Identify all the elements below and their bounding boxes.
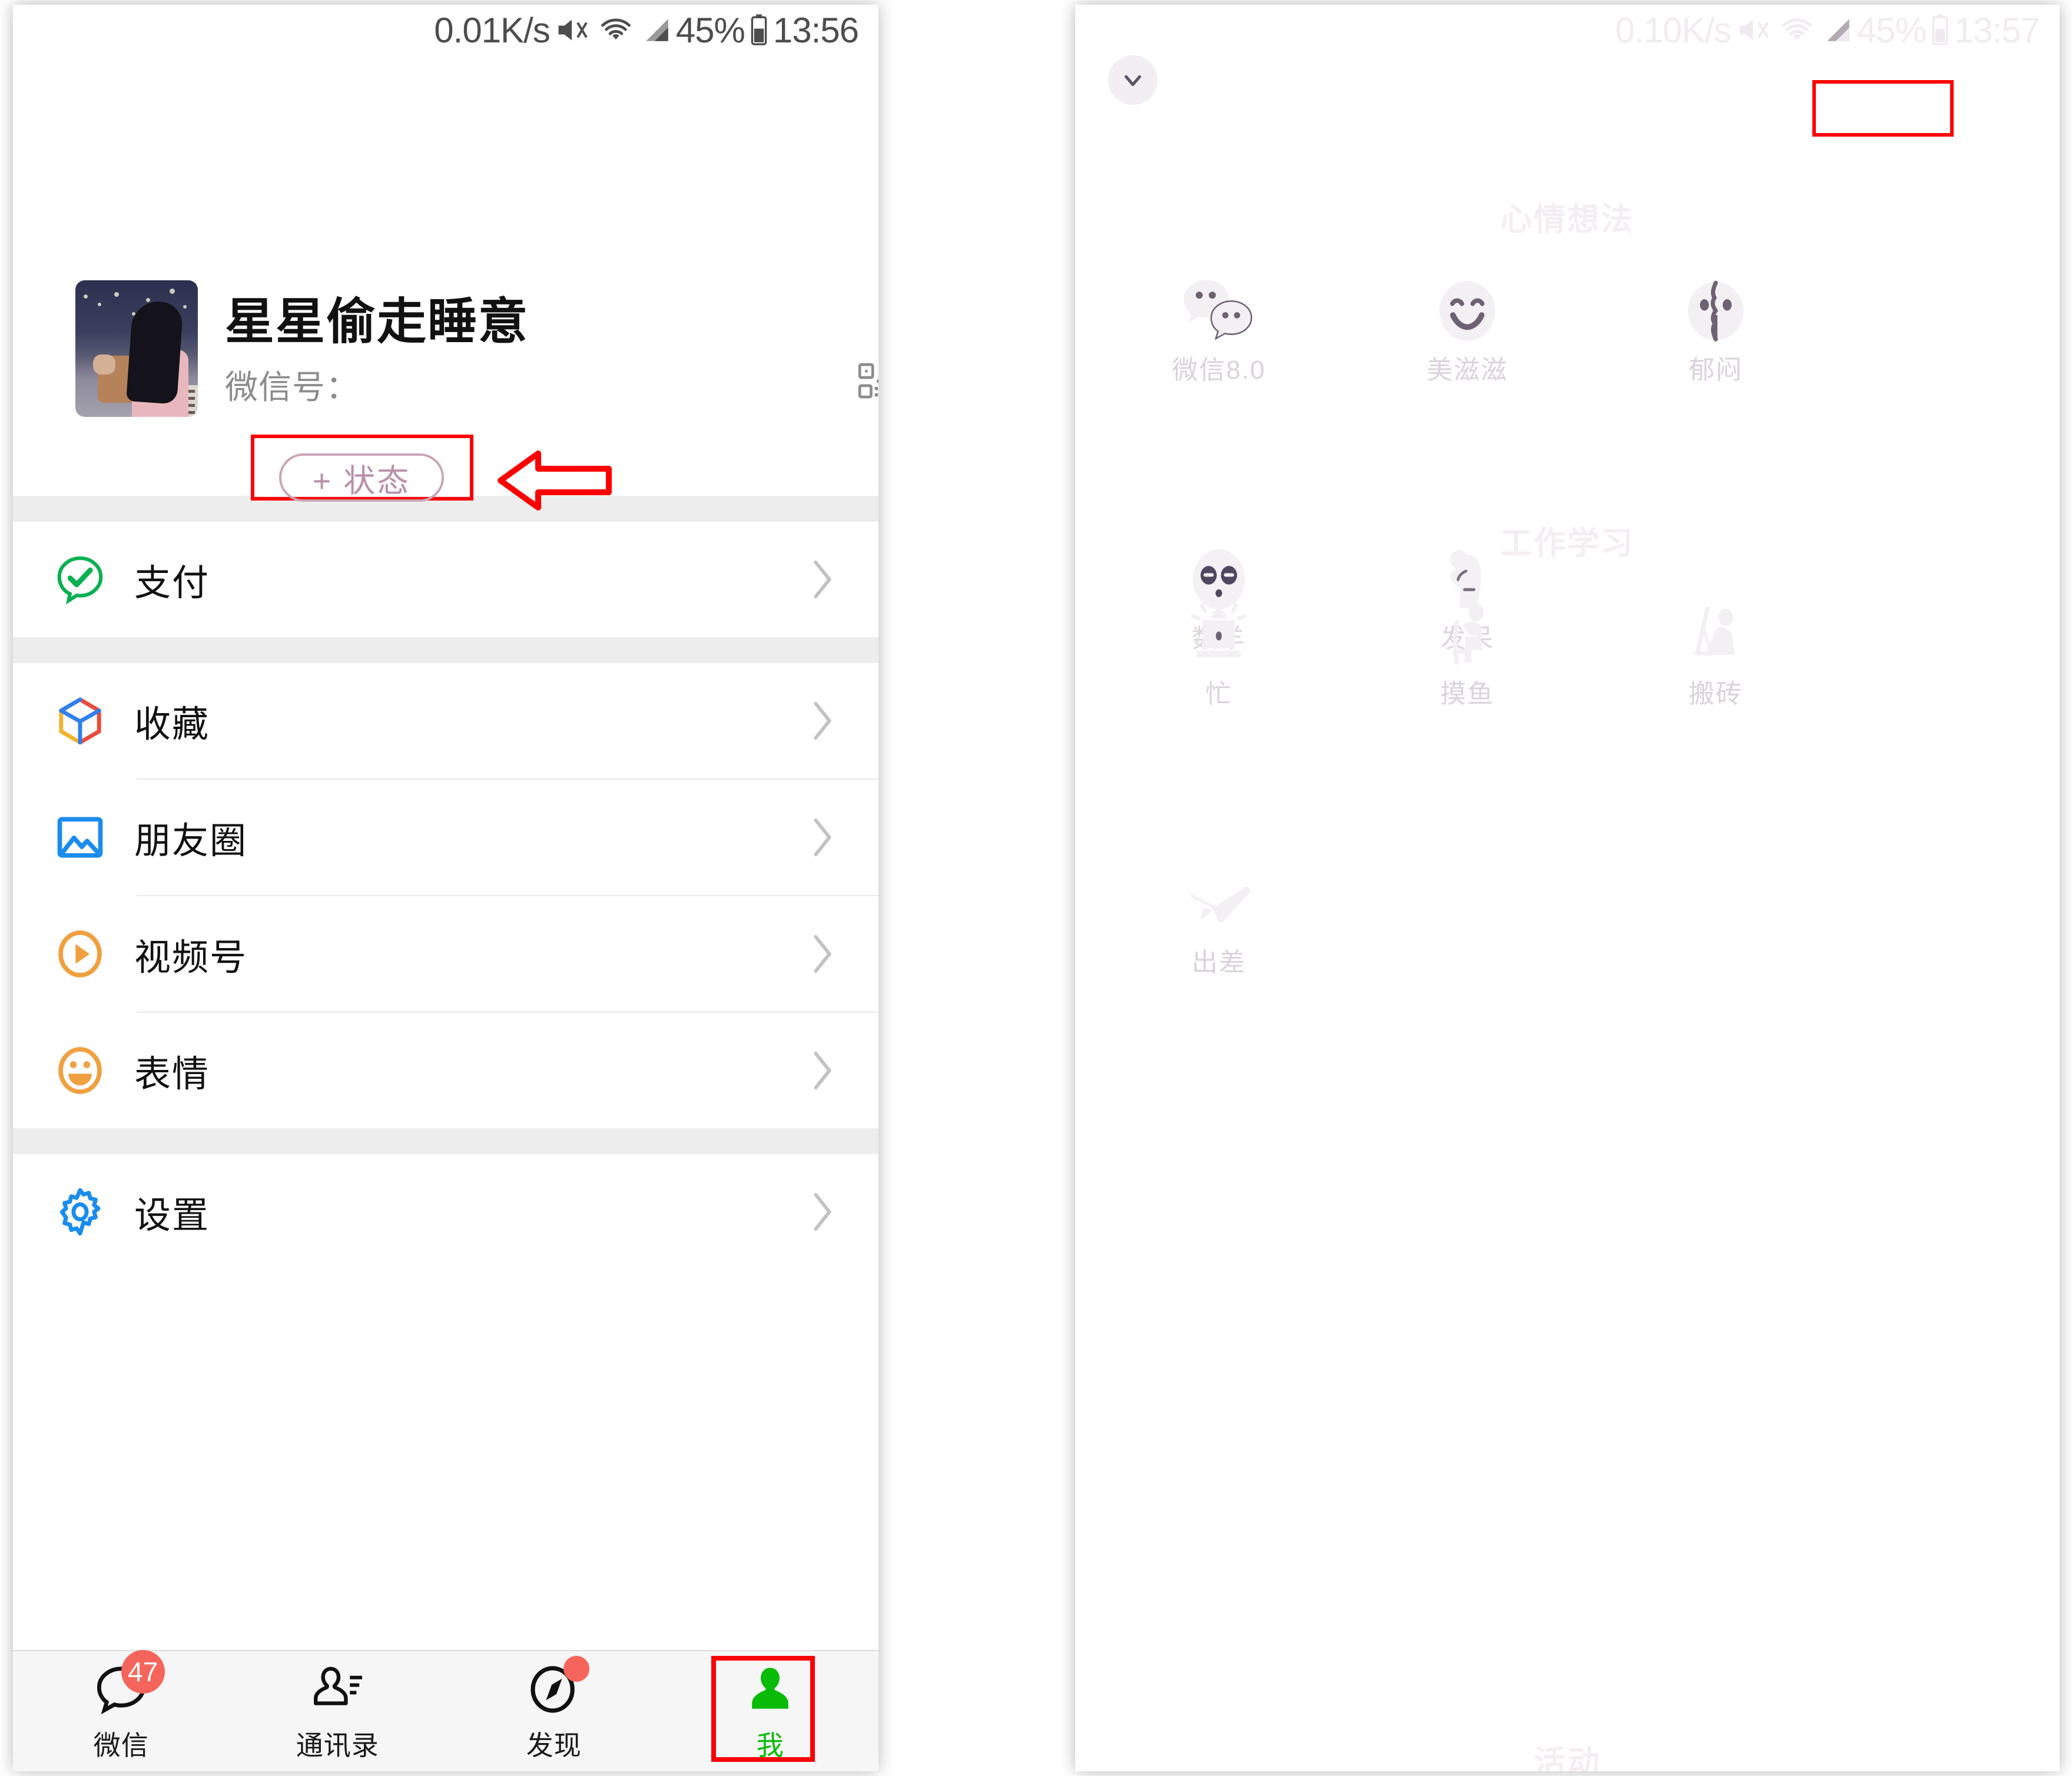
menu-group-2: 收藏 朋友圈 视频号 表情: [13, 663, 878, 1128]
happy-face-icon: [1431, 280, 1503, 342]
menu-item-label: 朋友圈: [134, 821, 248, 862]
chevron-right-icon: [810, 1189, 835, 1234]
clock-text: 13:57: [1954, 10, 2040, 50]
status-card-label: 搬砖: [1689, 680, 1743, 708]
menu-item-label: 视频号: [134, 937, 248, 978]
menu-item-stickers[interactable]: 表情: [13, 1013, 878, 1128]
avatar[interactable]: [75, 280, 198, 417]
wechat-bubbles-icon: [1180, 280, 1258, 342]
tab-contacts[interactable]: 通讯录: [230, 1651, 446, 1771]
menu-item-label: 表情: [134, 1054, 210, 1095]
battery-percent-text: 45%: [675, 10, 745, 50]
status-bar-left: 0.01K/s 45% 13:56: [13, 5, 878, 55]
add-status-label: + 状态: [312, 463, 411, 499]
status-card-working[interactable]: 搬砖: [1606, 552, 1825, 762]
status-card-label: 微信8.0: [1172, 356, 1266, 385]
signal-icon: [1824, 14, 1853, 46]
menu-item-label: 支付: [134, 563, 210, 604]
mute-icon: [1735, 12, 1771, 48]
status-card-gloomy[interactable]: 郁闷: [1606, 228, 1825, 438]
tab-label: 发现: [526, 1730, 582, 1761]
battery-percent-text: 45%: [1856, 10, 1927, 50]
menu-item-moments[interactable]: 朋友圈: [13, 780, 878, 895]
qrcode-icon[interactable]: [857, 362, 878, 401]
gloomy-face-icon: [1680, 280, 1752, 342]
profile-nickname: 星星偷走睡意: [225, 294, 529, 349]
status-card-wechat8[interactable]: 微信8.0: [1109, 228, 1328, 438]
status-card-label: 摸鱼: [1440, 680, 1494, 708]
chevron-right-icon: [810, 557, 835, 602]
menu-item-channels[interactable]: 视频号: [13, 896, 878, 1012]
channels-play-icon: [53, 927, 114, 981]
menu-item-label: 收藏: [134, 704, 210, 745]
status-card-label: 忙: [1205, 680, 1232, 708]
section-gap: [13, 637, 878, 663]
tab-label: 通讯录: [296, 1730, 379, 1761]
menu-item-label: 设置: [134, 1195, 210, 1236]
battery-icon: [1930, 13, 1950, 47]
chevron-right-icon: [810, 1048, 835, 1093]
pay-icon: [53, 552, 114, 607]
left-phone-screenshot: 0.01K/s 45% 13:56 星星偷走睡意 微信号： + 状态 支付 收藏…: [13, 5, 878, 1771]
working-desk-icon: [1680, 604, 1752, 665]
menu-group-3: 设置: [13, 1154, 878, 1270]
status-bar-right: 0.10K/s 45% 13:57: [1075, 5, 2060, 55]
battery-icon: [749, 13, 769, 47]
tab-discover[interactable]: 发现: [446, 1651, 662, 1771]
net-speed-text: 0.10K/s: [1615, 10, 1731, 50]
settings-gear-icon: [53, 1185, 114, 1239]
chevron-right-icon: [810, 932, 835, 976]
airplane-icon: [1181, 873, 1257, 934]
menu-item-pay[interactable]: 支付: [13, 522, 878, 637]
favorites-cube-icon: [53, 694, 114, 748]
status-card-label: 美滋滋: [1427, 356, 1508, 385]
tab-wechat[interactable]: 47 微信: [13, 1650, 230, 1771]
wechat-id-label: 微信号：: [225, 369, 359, 406]
unread-badge: 47: [121, 1650, 165, 1694]
wifi-icon: [1779, 12, 1815, 48]
menu-group-1: 支付: [13, 522, 878, 637]
section-heading-activity: 活动: [1534, 1745, 1601, 1771]
right-phone-screenshot: 0.10K/s 45% 13:57 我的状态 心情想法 微信8.0 美滋滋 郁闷…: [1075, 5, 2060, 1771]
status-card-slacking[interactable]: 摸鱼: [1358, 552, 1577, 762]
chevron-right-icon: [810, 698, 835, 743]
status-grid-work: 忙 摸鱼 搬砖 出差: [1075, 552, 2060, 1031]
chat-bubble-icon: 47: [93, 1650, 165, 1716]
tab-label: 微信: [93, 1730, 149, 1761]
notification-dot: [563, 1656, 589, 1682]
status-card-happy[interactable]: 美滋滋: [1358, 228, 1577, 438]
signal-icon: [642, 14, 672, 46]
sticker-smiley-icon: [53, 1043, 114, 1098]
person-hair-shape: [126, 300, 184, 405]
menu-item-settings[interactable]: 设置: [13, 1154, 878, 1270]
clock-text: 13:56: [773, 10, 859, 50]
mute-icon: [554, 12, 589, 48]
status-card-label: 郁闷: [1689, 356, 1743, 385]
bottom-tab-bar: 47 微信 通讯录 发现 我: [13, 1650, 878, 1771]
menu-item-favorites[interactable]: 收藏: [13, 663, 878, 778]
section-gap: [13, 1128, 878, 1154]
page-title: 我的状态: [1477, 101, 1657, 148]
moments-photo-icon: [53, 810, 114, 864]
tab-me-highlight-box: [711, 1656, 815, 1762]
status-card-label: 出差: [1192, 948, 1246, 977]
slacking-person-icon: [1431, 604, 1503, 665]
contacts-person-icon: [309, 1659, 366, 1716]
discover-compass-icon: [526, 1656, 589, 1716]
profile-header[interactable]: 星星偷走睡意 微信号： + 状态: [13, 55, 878, 511]
annotation-arrow-icon: [496, 444, 614, 517]
wifi-icon: [598, 12, 634, 48]
status-card-busy[interactable]: 忙: [1109, 552, 1328, 762]
status-card-businesstrip[interactable]: 出差: [1109, 821, 1328, 1031]
alarm-laptop-icon: [1183, 603, 1255, 665]
chevron-right-icon: [810, 815, 835, 860]
add-status-button[interactable]: + 状态: [279, 453, 444, 502]
net-speed-text: 0.01K/s: [434, 10, 550, 50]
